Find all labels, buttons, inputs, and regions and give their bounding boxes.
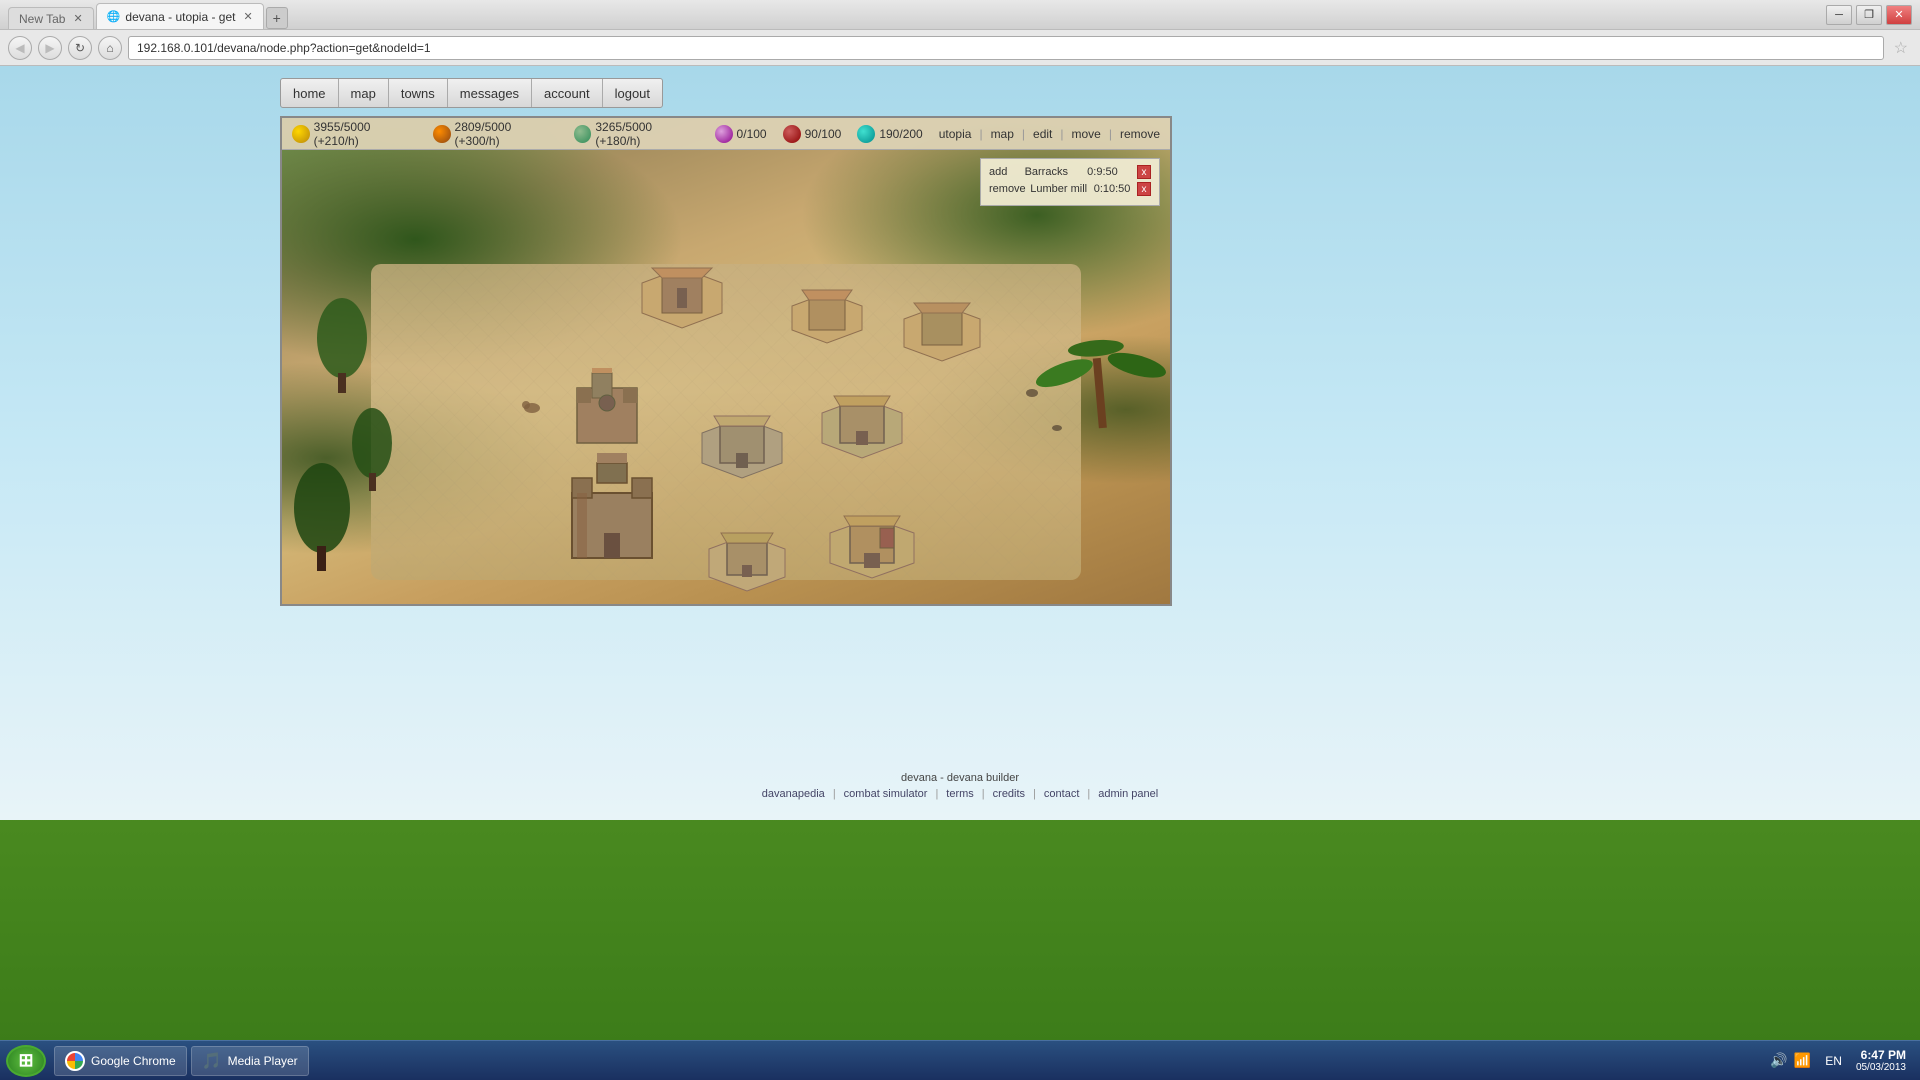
queue-panel: add Barracks 0:9:50 x remove Lumber mill… [980,158,1160,206]
footer-combat-simulator[interactable]: combat simulator [844,788,928,800]
language-indicator[interactable]: EN [1821,1054,1846,1068]
nav-messages[interactable]: messages [448,79,532,107]
nav-logout[interactable]: logout [603,79,662,107]
soldiers-icon [783,125,801,143]
tab-new-label: New Tab [19,12,65,26]
start-button[interactable]: ⊞ [6,1045,46,1077]
right-menu-utopia[interactable]: utopia [939,127,972,141]
tabs-area: New Tab ✕ 🌐 devana - utopia - get ✕ + [8,0,1816,29]
gems-icon [857,125,875,143]
queue-item2-close[interactable]: x [1137,182,1151,196]
soldiers-value: 90/100 [805,127,842,141]
game-right-menu: utopia | map | edit | move | remove [939,127,1160,141]
address-bar[interactable] [128,36,1884,60]
clock-time: 6:47 PM [1856,1048,1906,1062]
tab-active-label: devana - utopia - get [125,10,235,24]
game-top-bar: 3955/5000 (+210/h) 2809/5000 (+300/h) [282,118,1170,150]
resource-wood: 3265/5000 (+180/h) [574,120,699,148]
clock[interactable]: 6:47 PM 05/03/2013 [1856,1048,1906,1073]
title-bar: New Tab ✕ 🌐 devana - utopia - get ✕ + ─ … [0,0,1920,30]
right-menu-remove[interactable]: remove [1120,127,1160,141]
page-content: home map towns messages account logout [0,66,1920,820]
gold-icon [292,125,310,143]
footer-links: davanapedia | combat simulator | terms |… [0,788,1920,800]
footer-admin-panel[interactable]: admin panel [1098,788,1158,800]
resource-gems: 190/200 [857,125,922,143]
close-button[interactable]: ✕ [1886,5,1912,25]
food-icon [433,125,451,143]
address-bar-row: ◀ ▶ ↻ ⌂ ☆ [0,30,1920,66]
volume-icon[interactable]: 🔊 [1770,1052,1787,1069]
back-button[interactable]: ◀ [8,36,32,60]
browser-window: New Tab ✕ 🌐 devana - utopia - get ✕ + ─ … [0,0,1920,820]
right-menu-move[interactable]: move [1072,127,1101,141]
tray-icons: 🔊 📶 [1770,1052,1811,1069]
media-icon: 🎵 [202,1051,222,1071]
footer-davanapedia[interactable]: davanapedia [762,788,825,800]
taskbar-media[interactable]: 🎵 Media Player [191,1046,309,1076]
network-icon[interactable]: 📶 [1794,1052,1811,1069]
media-label: Media Player [228,1054,298,1068]
resource-gold: 3955/5000 (+210/h) [292,120,417,148]
home-button[interactable]: ⌂ [98,36,122,60]
queue-item1-name: Barracks [1025,166,1068,178]
resource-people: 0/100 [715,125,767,143]
bookmark-star[interactable]: ☆ [1890,38,1912,58]
nav-home[interactable]: home [281,79,339,107]
queue-item1-close[interactable]: x [1137,165,1151,179]
game-viewport[interactable]: 3955/5000 (+210/h) 2809/5000 (+300/h) [280,116,1172,606]
taskbar-chrome[interactable]: Google Chrome [54,1046,187,1076]
tab-new[interactable]: New Tab ✕ [8,7,94,29]
gems-value: 190 [879,127,899,141]
nav-towns[interactable]: towns [389,79,448,107]
right-menu-edit[interactable]: edit [1033,127,1052,141]
people-icon [715,125,733,143]
footer-title: devana - devana builder [0,772,1920,784]
system-tray: 🔊 📶 EN 6:47 PM 05/03/2013 [1770,1048,1914,1073]
footer-contact[interactable]: contact [1044,788,1079,800]
wood-icon [574,125,592,143]
queue-item2-time: 0:10:50 [1094,183,1131,195]
tab-active-close[interactable]: ✕ [243,10,252,23]
new-tab-button[interactable]: + [266,7,288,29]
window-controls: ─ ❐ ✕ [1826,5,1912,25]
people-value: 0/100 [737,127,767,141]
nav-menu: home map towns messages account logout [280,78,663,108]
forward-button[interactable]: ▶ [38,36,62,60]
resource-food: 2809/5000 (+300/h) [433,120,558,148]
refresh-button[interactable]: ↻ [68,36,92,60]
chrome-icon [65,1051,85,1071]
queue-item-2: remove Lumber mill 0:10:50 x [989,182,1151,196]
tab-favicon: 🌐 [107,10,121,23]
gold-value: 3955/5000 (+210/h) [314,120,417,148]
footer-terms[interactable]: terms [946,788,974,800]
taskbar: ⊞ Google Chrome 🎵 Media Player 🔊 📶 EN 6:… [0,1040,1920,1080]
resource-soldiers: 90/100 [783,125,842,143]
footer-credits[interactable]: credits [993,788,1025,800]
nav-map[interactable]: map [339,79,389,107]
chrome-label: Google Chrome [91,1054,176,1068]
tab-new-close[interactable]: ✕ [73,12,82,25]
clock-date: 05/03/2013 [1856,1062,1906,1073]
queue-item1-time: 0:9:50 [1087,166,1118,178]
queue-item2-name: Lumber mill [1030,183,1087,195]
right-menu-map[interactable]: map [991,127,1014,141]
minimize-button[interactable]: ─ [1826,5,1852,25]
footer-area: devana - devana builder davanapedia | co… [0,772,1920,800]
game-background: 3955/5000 (+210/h) 2809/5000 (+300/h) [282,118,1170,604]
queue-item1-action: add [989,166,1007,178]
tab-active[interactable]: 🌐 devana - utopia - get ✕ [96,3,264,29]
nav-account[interactable]: account [532,79,603,107]
food-value: 2809/5000 (+300/h) [455,120,558,148]
queue-item-1: add Barracks 0:9:50 x [989,165,1151,179]
wood-value: 3265/5000 (+180/h) [595,120,698,148]
queue-item2-action: remove [989,183,1026,195]
restore-button[interactable]: ❐ [1856,5,1882,25]
